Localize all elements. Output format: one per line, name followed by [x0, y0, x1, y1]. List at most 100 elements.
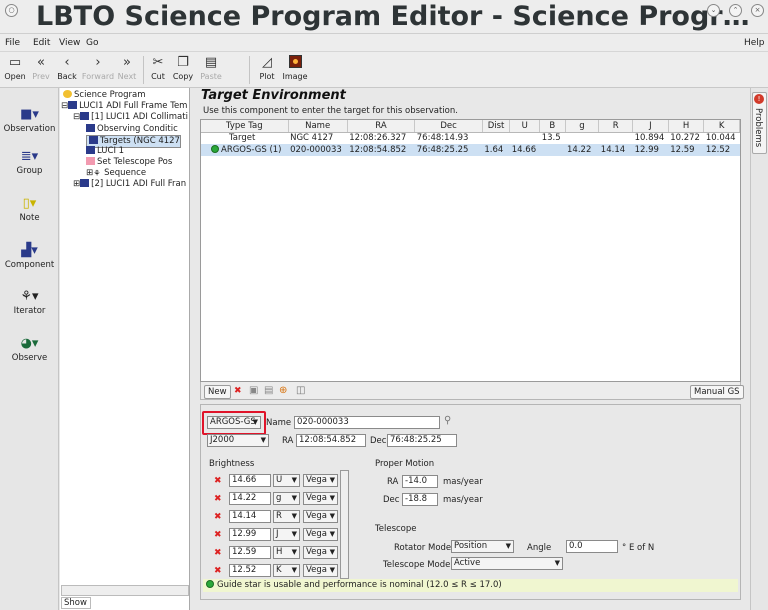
brightness-value[interactable]: 12.52: [229, 564, 271, 577]
copy-button[interactable]: ❐ Copy: [172, 54, 194, 81]
next-button[interactable]: » Next: [116, 54, 138, 81]
column-header[interactable]: g: [565, 120, 600, 133]
rotator-mode-select[interactable]: Position ▼: [451, 540, 514, 553]
tree-item-luci[interactable]: LUCI 1: [86, 146, 124, 157]
brightness-value[interactable]: 12.59: [229, 546, 271, 559]
tree-item-science-program[interactable]: Science Program: [63, 90, 146, 101]
column-header[interactable]: Dist: [482, 120, 511, 133]
system-select[interactable]: Vega ▼: [303, 492, 338, 505]
pm-ra-field[interactable]: -14.0: [402, 475, 438, 488]
pm-dec-field[interactable]: -18.8: [402, 493, 438, 506]
brightness-value[interactable]: 12.99: [229, 528, 271, 541]
observe-button[interactable]: ◕▾ Observe: [0, 335, 59, 363]
name-field[interactable]: 020-000033: [294, 416, 440, 429]
remove-icon[interactable]: ✖: [234, 386, 242, 396]
iterator-button[interactable]: ⚘▾ Iterator: [0, 288, 59, 316]
system-select[interactable]: Vega ▼: [303, 564, 338, 577]
menu-edit[interactable]: Edit: [33, 38, 50, 48]
brightness-value[interactable]: 14.66: [229, 474, 271, 487]
remove-icon[interactable]: ✖: [214, 566, 222, 576]
angle-field[interactable]: 0.0: [566, 540, 618, 553]
telescope-mode-select[interactable]: Active ▼: [451, 557, 563, 570]
frame-select[interactable]: J2000 ▼: [207, 434, 269, 447]
tree-item-observing-conditions[interactable]: Observing Conditic: [86, 124, 178, 135]
table-row[interactable]: Target NGC 4127 12:08:26.327 76:48:14.93…: [201, 132, 740, 144]
menu-help[interactable]: Help: [744, 38, 765, 48]
paste-target-icon[interactable]: ▤: [264, 385, 273, 396]
tree-item-observation-2[interactable]: ⊞ [2] LUCI1 ADI Full Fran: [73, 179, 186, 190]
band-select[interactable]: K ▼: [273, 564, 300, 577]
back-button[interactable]: ‹ Back: [56, 54, 78, 81]
table-cell: 020-000033: [288, 144, 348, 156]
remove-icon[interactable]: ✖: [214, 476, 222, 486]
paste-button[interactable]: ▤ Paste: [198, 54, 224, 81]
group-button[interactable]: ≣▾ Group: [0, 148, 59, 176]
remove-icon[interactable]: ✖: [214, 530, 222, 540]
show-field[interactable]: Show: [61, 597, 91, 609]
column-header[interactable]: Type Tag: [201, 120, 289, 133]
column-header[interactable]: RA: [347, 120, 416, 133]
chevron-down-icon: ▼: [329, 476, 335, 484]
close-icon[interactable]: ×: [751, 4, 764, 17]
tree-item-sequence[interactable]: ⊞⚘ Sequence: [86, 168, 146, 179]
note-button[interactable]: ▯▾ Note: [0, 195, 59, 223]
brightness-scrollbar[interactable]: [340, 470, 349, 579]
copy-target-icon[interactable]: ▣: [249, 385, 258, 396]
window-menu-icon[interactable]: ○: [5, 4, 18, 17]
collapse-icon[interactable]: ⊟: [61, 101, 68, 111]
brightness-value[interactable]: 14.22: [229, 492, 271, 505]
brightness-value[interactable]: 14.14: [229, 510, 271, 523]
right-dock: [750, 88, 768, 610]
column-header[interactable]: H: [668, 120, 705, 133]
remove-icon[interactable]: ✖: [214, 548, 222, 558]
catalog-icon[interactable]: ⊕: [279, 385, 287, 396]
band-select[interactable]: U ▼: [273, 474, 300, 487]
observation-button[interactable]: ■▾ Observation: [0, 106, 59, 134]
prev-button[interactable]: «Prev: [30, 54, 52, 81]
column-header[interactable]: R: [598, 120, 634, 133]
component-button[interactable]: ▟▾ Component: [0, 242, 59, 270]
menu-file[interactable]: File: [5, 38, 20, 48]
tree-item-template[interactable]: ⊟ LUCI1 ADI Full Frame Tem: [61, 101, 187, 112]
open-button[interactable]: ▭ Open: [3, 54, 27, 81]
chevron-down-icon: ▼: [291, 548, 297, 556]
column-header[interactable]: Dec: [414, 120, 483, 133]
tree-horizontal-scrollbar[interactable]: [61, 585, 189, 596]
cut-button[interactable]: ✂ Cut: [147, 54, 169, 81]
forward-button[interactable]: › Forward: [80, 54, 116, 81]
image-button[interactable]: Image: [282, 54, 308, 81]
system-select[interactable]: Vega ▼: [303, 474, 338, 487]
new-button[interactable]: New: [204, 385, 231, 399]
menu-go[interactable]: Go: [86, 38, 98, 48]
band-select[interactable]: R ▼: [273, 510, 300, 523]
remove-icon[interactable]: ✖: [214, 494, 222, 504]
dec-field[interactable]: 76:48:25.25: [387, 434, 457, 447]
menu-view[interactable]: View: [59, 38, 80, 48]
folder-icon: ▭: [8, 55, 22, 70]
band-select[interactable]: H ▼: [273, 546, 300, 559]
expand-icon[interactable]: ⊞: [86, 168, 93, 178]
system-select[interactable]: Vega ▼: [303, 546, 338, 559]
panel-icon[interactable]: ◫: [296, 385, 305, 396]
tree-item-observation-1[interactable]: ⊟ [1] LUCI1 ADI Collimati: [73, 112, 188, 123]
manual-gs-button[interactable]: Manual GS: [690, 385, 744, 399]
ra-field[interactable]: 12:08:54.852: [296, 434, 366, 447]
band-select[interactable]: g ▼: [273, 492, 300, 505]
column-header[interactable]: J: [632, 120, 669, 133]
minimize-icon[interactable]: ⌄: [707, 4, 720, 17]
maximize-icon[interactable]: ⌃: [729, 4, 742, 17]
expand-icon[interactable]: ⊞: [73, 179, 80, 189]
table-row[interactable]: ARGOS-GS (1) 020-000033 12:08:54.852 76:…: [201, 144, 740, 156]
remove-icon[interactable]: ✖: [214, 512, 222, 522]
system-select[interactable]: Vega ▼: [303, 528, 338, 541]
band-select[interactable]: J ▼: [273, 528, 300, 541]
search-icon[interactable]: ⚲: [444, 415, 451, 426]
column-header[interactable]: U: [509, 120, 541, 133]
column-header[interactable]: Name: [288, 120, 348, 133]
column-header[interactable]: K: [703, 120, 740, 133]
collapse-icon[interactable]: ⊟: [73, 112, 80, 122]
tree-item-set-telescope[interactable]: Set Telescope Pos: [86, 157, 172, 168]
column-header[interactable]: B: [539, 120, 566, 133]
plot-button[interactable]: ◿ Plot: [256, 54, 278, 81]
system-select[interactable]: Vega ▼: [303, 510, 338, 523]
